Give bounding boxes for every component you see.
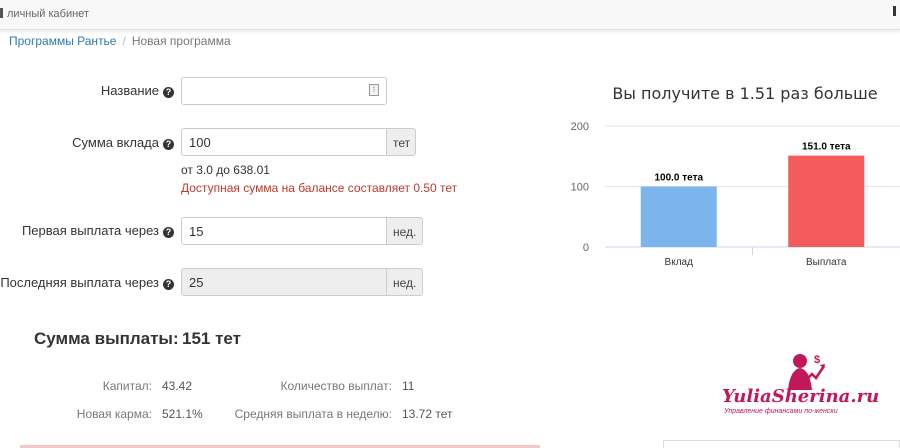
help-icon[interactable]: ? <box>163 139 174 150</box>
cabinet-title: личный кабинет <box>7 8 89 20</box>
x-category-label: Вклад <box>665 257 694 268</box>
last-payout-unit: нед. <box>386 268 423 296</box>
watermark-brand: YuliaSherina.ru <box>722 386 880 407</box>
last-payout-label-text: Последняя выплата через <box>0 275 159 290</box>
help-icon[interactable]: ? <box>163 279 174 290</box>
avg-weekly-label: Средняя выплата в неделю: <box>234 407 392 421</box>
cabinet-icon <box>0 8 3 18</box>
name-label-text: Название <box>100 83 159 98</box>
first-payout-label-text: Первая выплата через <box>21 223 159 238</box>
deposit-range-hint: от 3.0 до 638.01 <box>181 163 270 177</box>
first-payout-label: Первая выплата через? <box>10 223 174 238</box>
help-icon[interactable]: ? <box>163 227 174 238</box>
payout-count-value: 11 <box>402 379 415 393</box>
next-panel-edge <box>663 440 900 448</box>
autofill-icon[interactable]: ⁝ <box>369 84 379 96</box>
menu-icon[interactable] <box>893 6 896 16</box>
capital-value: 43.42 <box>162 379 193 393</box>
watermark-tagline: Управление финансами по-женски <box>724 408 838 415</box>
payout-count-label: Количество выплат: <box>280 379 392 393</box>
breadcrumb-separator: / <box>122 34 126 48</box>
help-icon[interactable]: ? <box>163 87 174 98</box>
breadcrumb: Программы Рантье / Новая программа <box>9 34 231 48</box>
deposit-input[interactable]: 100 <box>181 128 387 156</box>
data-label: 100.0 тета <box>654 173 703 184</box>
first-payout-input[interactable]: 15 <box>181 217 387 245</box>
karma-value: 521.1% <box>162 407 203 421</box>
data-label: 151.0 тета <box>802 142 851 153</box>
top-navbar: личный кабинет <box>0 0 900 30</box>
deposit-label-text: Сумма вклада <box>72 135 159 150</box>
bar-1 <box>640 186 717 247</box>
capital-label: Капитал: <box>102 379 152 393</box>
breadcrumb-current: Новая программа <box>131 34 231 48</box>
last-payout-label: Последняя выплата через? <box>0 275 174 290</box>
comparison-bar-chart: 0 100 200 100.0 тета Вклад 151.0 тета Выплата <box>571 121 900 268</box>
name-label: Название? <box>60 83 174 98</box>
x-category-label: Выплата <box>806 257 847 268</box>
avg-weekly-value: 13.72 тет <box>402 407 453 421</box>
total-payout-value: 151 тет <box>182 329 241 348</box>
deposit-unit: тет <box>386 128 416 156</box>
name-input[interactable] <box>181 77 387 105</box>
last-payout-input: 25 <box>181 268 387 296</box>
bar-2 <box>788 155 865 247</box>
y-tick-label: 200 <box>571 121 589 133</box>
deposit-label: Сумма вклада? <box>40 135 174 150</box>
watermark-logo: $ YuliaSherina.ru Управление финансами п… <box>722 352 892 422</box>
first-payout-unit: нед. <box>386 217 423 245</box>
svg-text:$: $ <box>814 354 820 366</box>
balance-warning: Доступная сумма на балансе составляет 0.… <box>181 181 458 195</box>
breadcrumb-root-link[interactable]: Программы Рантье <box>9 34 116 48</box>
cabinet-link[interactable]: личный кабинет <box>0 8 89 20</box>
y-tick-label: 0 <box>583 242 589 254</box>
karma-label: Новая карма: <box>76 407 152 421</box>
total-payout-label: Сумма выплаты: <box>34 329 179 348</box>
chart-title: Вы получите в 1.51 раз больше <box>612 84 878 103</box>
y-tick-label: 100 <box>571 182 589 194</box>
